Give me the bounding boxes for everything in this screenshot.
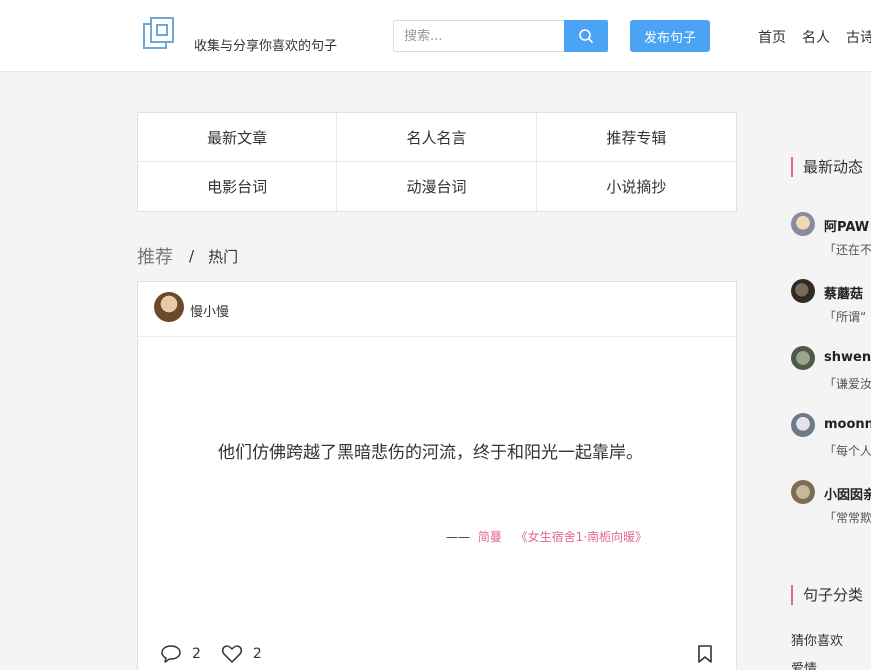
heart-icon[interactable] — [221, 644, 243, 664]
top-header: 收集与分享你喜欢的句子 发布句子 首页 名人 古诗 — [0, 0, 871, 72]
comment-count: 2 — [192, 646, 201, 662]
list-item[interactable]: shwen 「谦爱汝 — [791, 346, 871, 396]
nav-celebrities[interactable]: 名人 — [802, 27, 830, 47]
tab-separator: / — [189, 247, 195, 265]
nav-home[interactable]: 首页 — [758, 27, 786, 47]
feed-username[interactable]: 阿PAW — [824, 216, 869, 235]
feed-tabs: 推荐 / 热门 — [137, 243, 238, 269]
avatar[interactable] — [791, 413, 815, 437]
post-username[interactable]: 慢小慢 — [190, 301, 229, 320]
feed-text[interactable]: 「每个人 — [824, 442, 871, 459]
site-tagline: 收集与分享你喜欢的句子 — [194, 39, 338, 54]
source-book[interactable]: 《女生宿舍1·南栀向暖》 — [516, 530, 647, 544]
category-famous-quotes[interactable]: 名人名言 — [337, 113, 537, 162]
tab-recommended[interactable]: 推荐 — [137, 243, 173, 269]
search-input[interactable] — [393, 20, 565, 52]
feed-username[interactable]: 蔡蘑菇 — [824, 283, 863, 302]
post-header: 慢小慢 — [138, 282, 736, 337]
top-nav: 首页 名人 古诗 — [758, 27, 871, 47]
search-icon — [579, 29, 593, 43]
category-novel-excerpts[interactable]: 小说摘抄 — [537, 162, 736, 211]
feed-text[interactable]: 「所谓“ — [824, 308, 866, 325]
list-item[interactable]: 阿PAW 「还在不 — [791, 212, 871, 262]
category-grid: 最新文章 名人名言 推荐专辑 电影台词 动漫台词 小说摘抄 — [137, 112, 737, 212]
source-dash: —— — [446, 530, 470, 544]
category-anime-lines[interactable]: 动漫台词 — [337, 162, 537, 211]
feed-username[interactable]: moonn — [824, 417, 871, 432]
list-item[interactable]: 蔡蘑菇 「所谓“ — [791, 279, 871, 329]
post-card: 慢小慢 他们仿佛跨越了黑暗悲伤的河流，终于和阳光一起靠岸。 —— 简蔓 《女生宿… — [137, 281, 737, 670]
avatar[interactable] — [791, 346, 815, 370]
source-author[interactable]: 简蔓 — [478, 530, 502, 544]
publish-button[interactable]: 发布句子 — [630, 20, 710, 52]
avatar[interactable] — [791, 279, 815, 303]
bookmark-icon[interactable] — [696, 644, 714, 664]
avatar[interactable] — [154, 292, 184, 322]
tab-hot[interactable]: 热门 — [208, 246, 238, 267]
like-count: 2 — [252, 646, 262, 662]
feed-text[interactable]: 「谦爱汝 — [824, 375, 871, 392]
category-link-love[interactable]: 爱情 — [791, 658, 817, 670]
comment-icon[interactable] — [160, 644, 182, 664]
sentence-category-title: 句子分类 — [791, 585, 863, 605]
feed-username[interactable]: 小囡囡亲 — [824, 484, 871, 503]
category-link-guess[interactable]: 猜你喜欢 — [791, 630, 843, 649]
feed-text[interactable]: 「还在不 — [824, 241, 871, 258]
avatar[interactable] — [791, 212, 815, 236]
category-movie-lines[interactable]: 电影台词 — [138, 162, 338, 211]
post-source: —— 简蔓 《女生宿舍1·南栀向暖》 — [446, 528, 647, 545]
post-quote[interactable]: 他们仿佛跨越了黑暗悲伤的河流，终于和阳光一起靠岸。 — [218, 438, 648, 469]
list-item[interactable]: moonn 「每个人 — [791, 413, 871, 463]
avatar[interactable] — [791, 480, 815, 504]
feed-username[interactable]: shwen — [824, 350, 871, 365]
nav-classical-poems[interactable]: 古诗 — [846, 27, 871, 47]
list-item[interactable]: 小囡囡亲 「常常欺 — [791, 480, 871, 530]
feed-text[interactable]: 「常常欺 — [824, 509, 871, 526]
category-recommended-albums[interactable]: 推荐专辑 — [536, 113, 736, 162]
post-actions: 2 2 — [160, 644, 282, 664]
search-button[interactable] — [564, 20, 608, 52]
logo-icon[interactable] — [142, 16, 176, 50]
latest-activity-title: 最新动态 — [791, 157, 863, 177]
category-latest-articles[interactable]: 最新文章 — [138, 113, 338, 162]
